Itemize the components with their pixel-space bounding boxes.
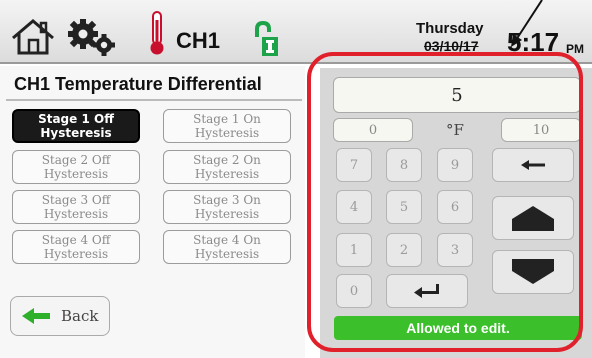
stage-4-off-hysteresis-button[interactable]: Stage 4 Off Hysteresis: [12, 230, 140, 264]
panel-title: CH1 Temperature Differential: [14, 74, 262, 94]
arrow-left-icon: [22, 308, 50, 324]
lock-open-icon[interactable]: [253, 21, 279, 57]
highlight-outline: [307, 52, 583, 352]
callout-arrow-icon: [511, 0, 543, 47]
title-divider: [6, 99, 302, 101]
home-icon[interactable]: [10, 18, 56, 56]
channel-label: CH1: [176, 28, 221, 53]
gear-icon[interactable]: [66, 18, 118, 56]
stage-3-off-hysteresis-button[interactable]: Stage 3 Off Hysteresis: [12, 190, 140, 224]
thermometer-icon: [150, 11, 164, 55]
screen: CH1 Thursday 03/10/17 5:17 PM CH1 Temper…: [0, 0, 592, 358]
stage-2-on-hysteresis-button[interactable]: Stage 2 On Hysteresis: [163, 150, 291, 184]
back-label: Back: [61, 307, 99, 325]
stage-1-on-hysteresis-button[interactable]: Stage 1 On Hysteresis: [163, 109, 291, 143]
day-label: Thursday: [416, 20, 484, 37]
back-button[interactable]: Back: [10, 296, 110, 336]
stage-1-off-hysteresis-button[interactable]: Stage 1 Off Hysteresis: [12, 109, 140, 143]
stage-4-on-hysteresis-button[interactable]: Stage 4 On Hysteresis: [163, 230, 291, 264]
stage-3-on-hysteresis-button[interactable]: Stage 3 On Hysteresis: [163, 190, 291, 224]
stage-2-off-hysteresis-button[interactable]: Stage 2 Off Hysteresis: [12, 150, 140, 184]
